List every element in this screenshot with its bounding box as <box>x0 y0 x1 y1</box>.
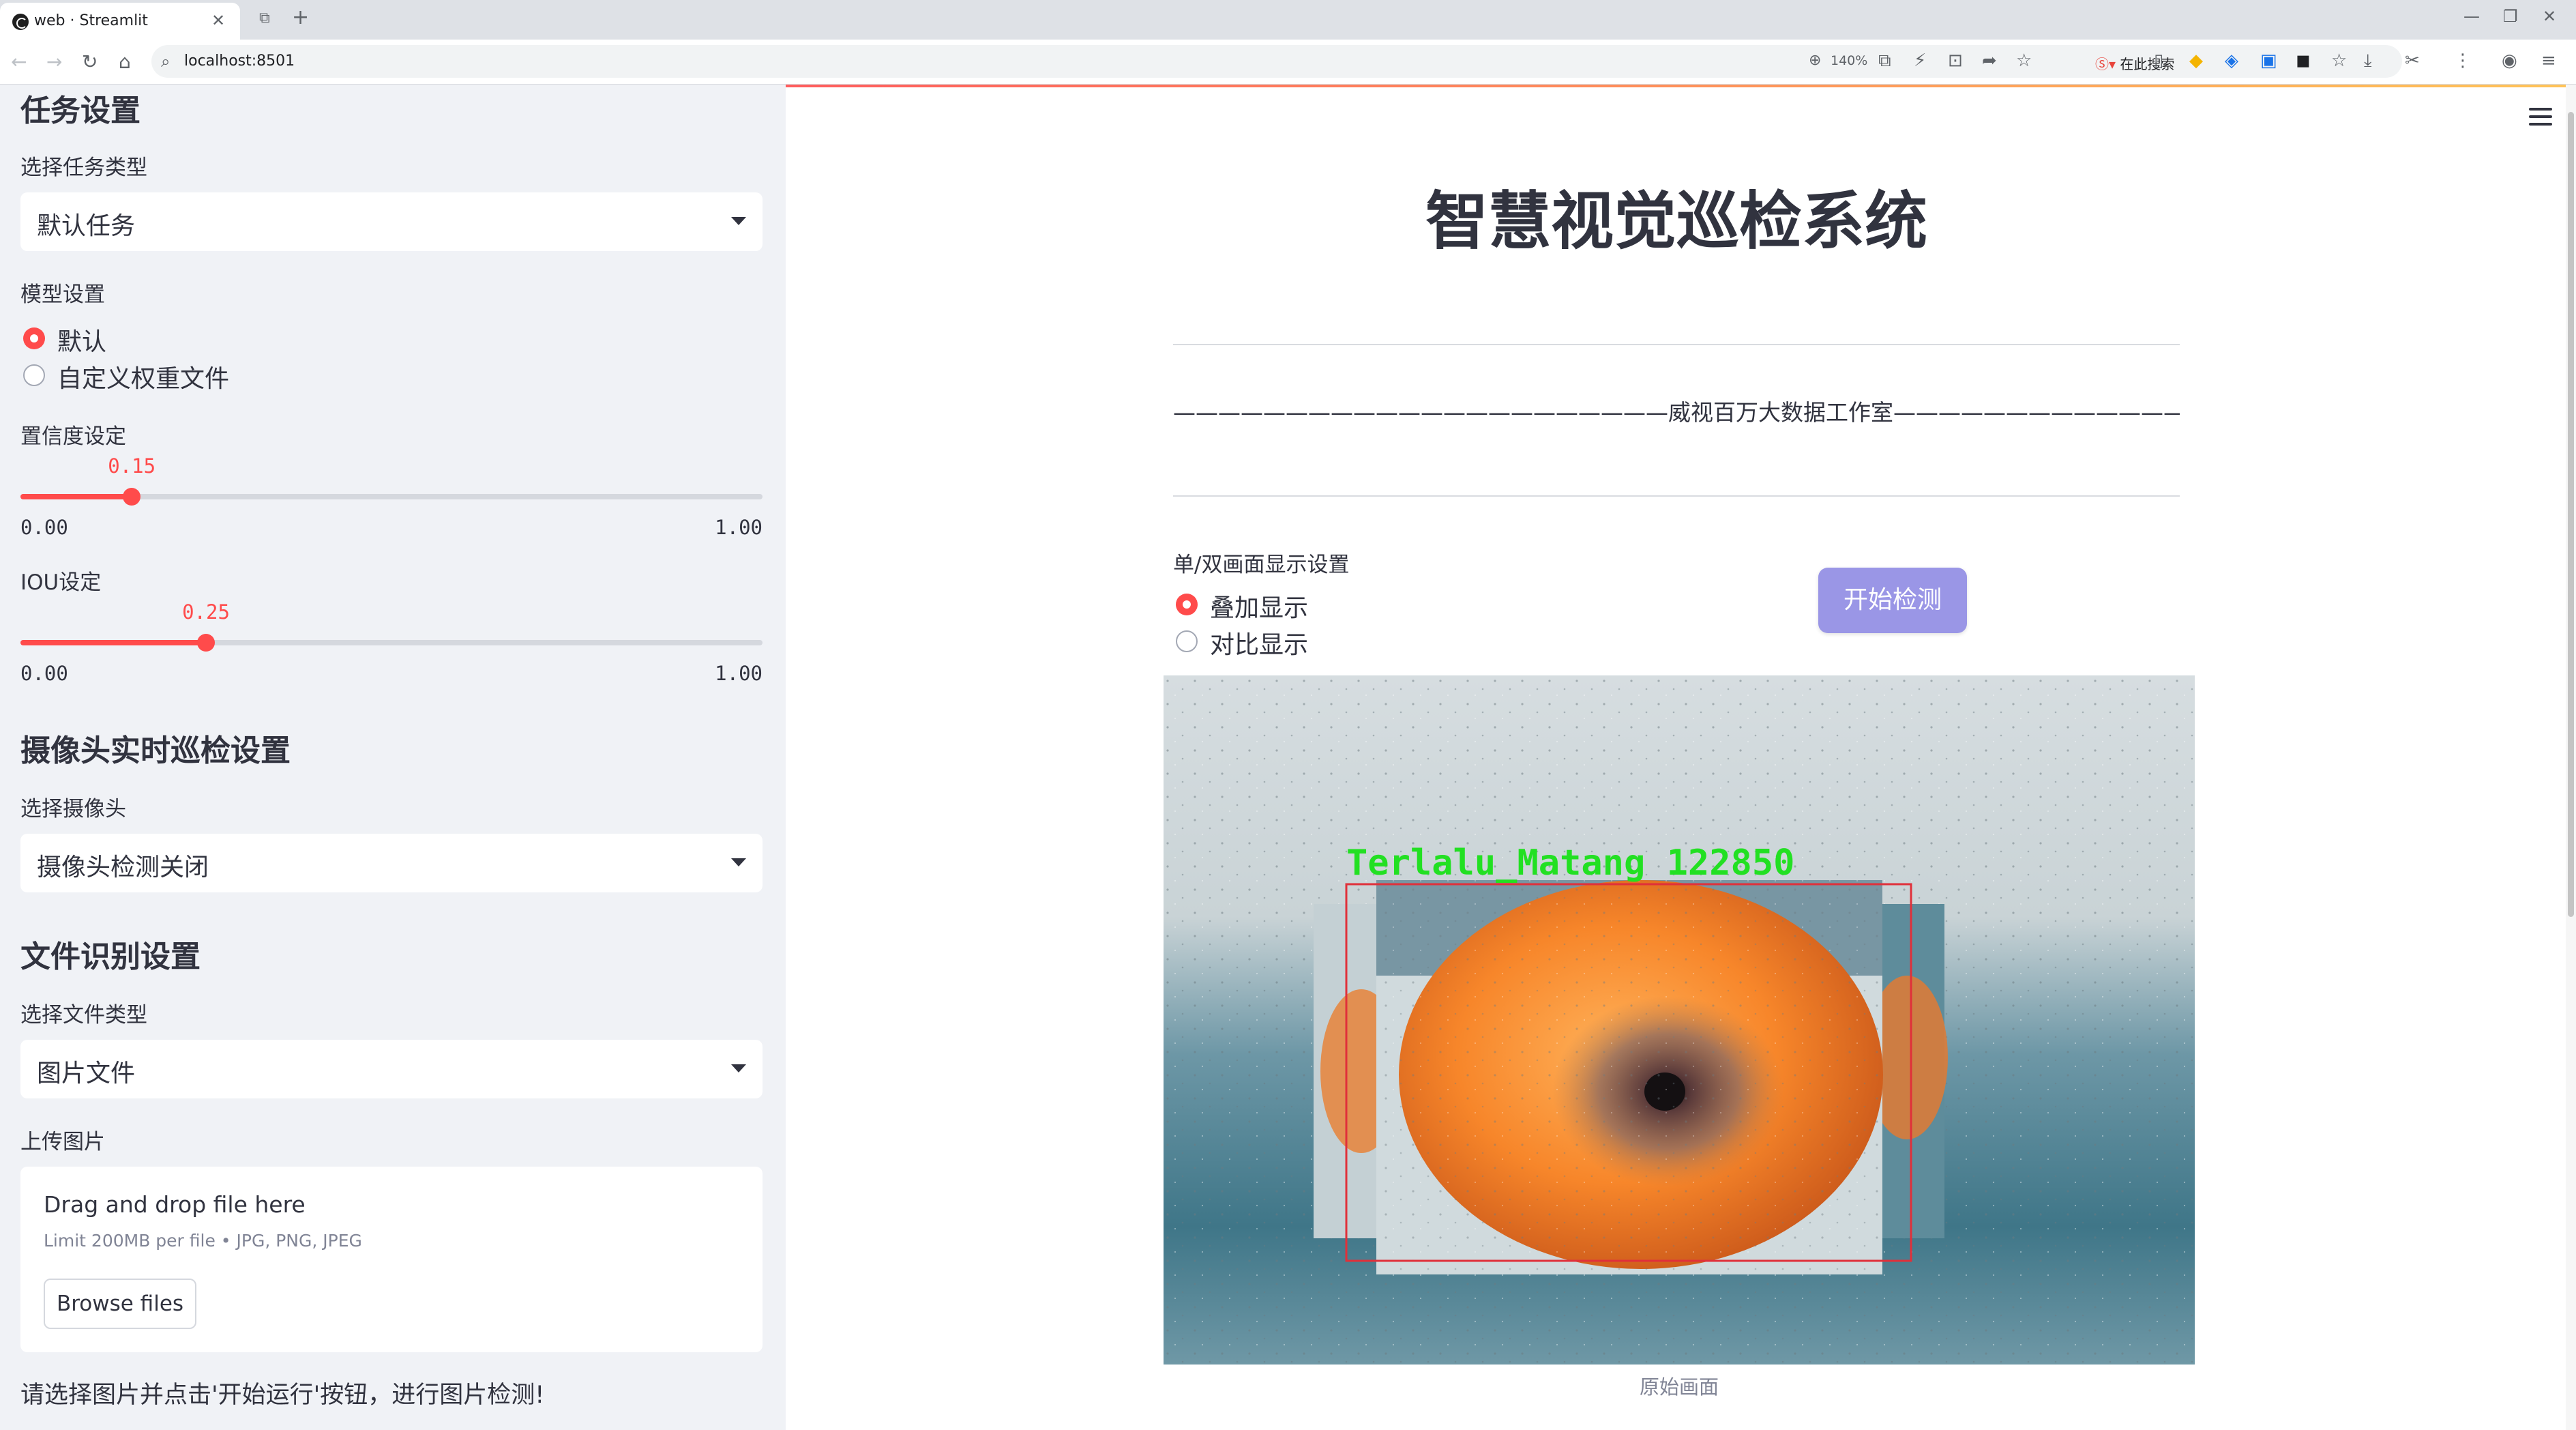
slider-thumb[interactable] <box>197 634 215 652</box>
zoom-level[interactable]: 140% <box>1831 53 1867 68</box>
reader-icon[interactable]: ▯ <box>2154 50 2163 71</box>
radio-selected-icon <box>1176 594 1198 615</box>
new-tab-icon[interactable]: + <box>292 5 309 29</box>
extension-2-icon[interactable]: ◈ <box>2225 50 2238 71</box>
chevron-down-icon <box>731 217 746 225</box>
top-decoration-line <box>786 85 2576 87</box>
slider-fill <box>20 640 206 645</box>
split-view-icon[interactable]: ⧉ <box>259 10 270 27</box>
search-engine-icon: Ⓢ▾ <box>2095 56 2120 72</box>
model-option-label: 默认 <box>57 328 107 356</box>
search-icon: ⌕ <box>161 52 171 71</box>
screenshot-icon[interactable]: ⊡ <box>1948 50 1963 71</box>
task-type-select[interactable]: 默认任务 <box>20 192 763 251</box>
menu-icon[interactable]: ≡ <box>2541 50 2556 71</box>
bookmark-star-icon[interactable]: ☆ <box>2016 50 2032 71</box>
upload-limit: Limit 200MB per file • JPG, PNG, JPEG <box>44 1231 362 1251</box>
slider-max: 1.00 <box>715 516 763 539</box>
iou-slider[interactable]: 0.25 0.00 1.00 <box>20 600 763 685</box>
slider-fill <box>20 494 132 499</box>
download-icon[interactable]: ⤓ <box>2364 50 2372 72</box>
file-type-label: 选择文件类型 <box>20 1003 147 1027</box>
slider-current-value: 0.15 <box>108 454 156 478</box>
tab-close-icon[interactable]: ✕ <box>211 11 225 30</box>
result-image-svg: Terlalu_Matang 122850 <box>1164 675 2195 1365</box>
chevron-down-icon <box>731 1064 746 1072</box>
scrollbar-thumb[interactable] <box>2568 112 2574 917</box>
file-section-heading: 文件识别设置 <box>20 939 201 974</box>
confidence-slider[interactable]: 0.15 0.00 1.00 <box>20 454 763 539</box>
detection-label: Terlalu_Matang 122850 <box>1346 843 1794 884</box>
radio-unselected-icon <box>1176 630 1198 652</box>
camera-section-heading: 摄像头实时巡检设置 <box>20 733 291 768</box>
divider-top <box>1173 344 2180 345</box>
favorites-icon[interactable]: ☆ <box>2331 50 2347 71</box>
task-type-label: 选择任务类型 <box>20 156 147 180</box>
window-close-icon[interactable]: ✕ <box>2543 7 2556 26</box>
extension-icon[interactable]: ◆ <box>2189 50 2203 71</box>
extension-3-icon[interactable]: ▣ <box>2260 50 2277 71</box>
model-label: 模型设置 <box>20 282 105 307</box>
slider-min: 0.00 <box>20 516 68 539</box>
home-icon[interactable]: ⌂ <box>119 50 131 73</box>
file-type-value: 图片文件 <box>37 1060 136 1088</box>
confidence-label: 置信度设定 <box>20 424 126 449</box>
display-option-label: 叠加显示 <box>1210 594 1309 622</box>
bolt-icon[interactable]: ⚡ <box>1914 50 1926 71</box>
task-type-value: 默认任务 <box>37 212 136 240</box>
upload-title: Drag and drop file here <box>44 1191 306 1218</box>
overlay-noise <box>1376 880 1882 1274</box>
task-section-heading: 任务设置 <box>20 93 140 128</box>
radio-unselected-icon <box>23 364 45 386</box>
cut-icon[interactable]: ✂ <box>2405 50 2420 71</box>
address-bar[interactable]: ⌕ localhost:8501 ⊕ 140% ⧉ ⚡ ⊡ ➦ ☆ Ⓢ▾ 在此搜… <box>151 45 2402 78</box>
url-text[interactable]: localhost:8501 <box>184 53 295 70</box>
share-icon[interactable]: ➦ <box>1982 50 1997 71</box>
hamburger-menu-icon[interactable] <box>2529 108 2552 126</box>
browser-toolbar: ← → ↻ ⌂ ⌕ localhost:8501 ⊕ 140% ⧉ ⚡ ⊡ ➦ … <box>0 40 2576 85</box>
slider-thumb[interactable] <box>123 488 141 506</box>
radio-selected-icon <box>23 327 45 349</box>
slider-current-value: 0.25 <box>182 600 230 624</box>
translate-icon[interactable]: ⧉ <box>1878 50 1891 72</box>
extension-4-icon[interactable]: ◼ <box>2296 50 2311 71</box>
search-engine-text: 在此搜索 <box>2120 56 2175 72</box>
more-icon[interactable]: ⋮ <box>2454 50 2472 71</box>
file-uploader-dropzone[interactable]: Drag and drop file here Limit 200MB per … <box>20 1167 763 1352</box>
divider-bottom <box>1173 495 2180 497</box>
streamlit-favicon-icon <box>12 14 29 30</box>
display-option-label: 对比显示 <box>1210 631 1309 659</box>
iou-label: IOU设定 <box>20 570 102 595</box>
studio-banner: ——————————————————————威视百万大数据工作室————————… <box>1173 399 2180 426</box>
slider-max: 1.00 <box>715 662 763 685</box>
slider-min: 0.00 <box>20 662 68 685</box>
reload-icon[interactable]: ↻ <box>82 50 98 73</box>
browse-files-button[interactable]: Browse files <box>44 1279 196 1329</box>
sidebar: 任务设置 选择任务类型 默认任务 模型设置 默认 自定义权重文件 置信度设定 0… <box>0 85 786 1430</box>
display-mode-label: 单/双画面显示设置 <box>1173 553 1350 577</box>
chevron-down-icon <box>731 858 746 866</box>
minimize-icon[interactable]: — <box>2463 7 2480 26</box>
main-content: 智慧视觉巡检系统 ——————————————————————威视百万大数据工作… <box>786 85 2576 1430</box>
forward-icon[interactable]: → <box>46 50 62 73</box>
instruction-note: 请选择图片并点击'开始运行'按钮，进行图片检测! <box>20 1382 545 1409</box>
file-type-select[interactable]: 图片文件 <box>20 1040 763 1098</box>
camera-label: 选择摄像头 <box>20 797 126 821</box>
profile-avatar-icon[interactable]: ◉ <box>2502 50 2517 71</box>
camera-select[interactable]: 摄像头检测关闭 <box>20 834 763 892</box>
browser-tab-bar: web · Streamlit ✕ ⧉ + — ❐ ✕ <box>0 0 2576 40</box>
model-option-label: 自定义权重文件 <box>57 365 230 393</box>
camera-value: 摄像头检测关闭 <box>37 853 209 881</box>
image-caption: 原始画面 <box>1639 1375 1719 1399</box>
restore-icon[interactable]: ❐ <box>2503 7 2518 26</box>
tab-title: web · Streamlit <box>34 12 148 29</box>
back-icon[interactable]: ← <box>11 50 27 73</box>
upload-label: 上传图片 <box>20 1130 105 1154</box>
zoom-icon[interactable]: ⊕ <box>1809 52 1821 69</box>
page-scrollbar[interactable] <box>2566 85 2576 1430</box>
browser-tab[interactable]: web · Streamlit ✕ <box>0 3 240 40</box>
start-detection-button[interactable]: 开始检测 <box>1818 568 1967 633</box>
detection-result-image: Terlalu_Matang 122850 <box>1164 675 2195 1365</box>
page-title: 智慧视觉巡检系统 <box>1425 185 1927 258</box>
